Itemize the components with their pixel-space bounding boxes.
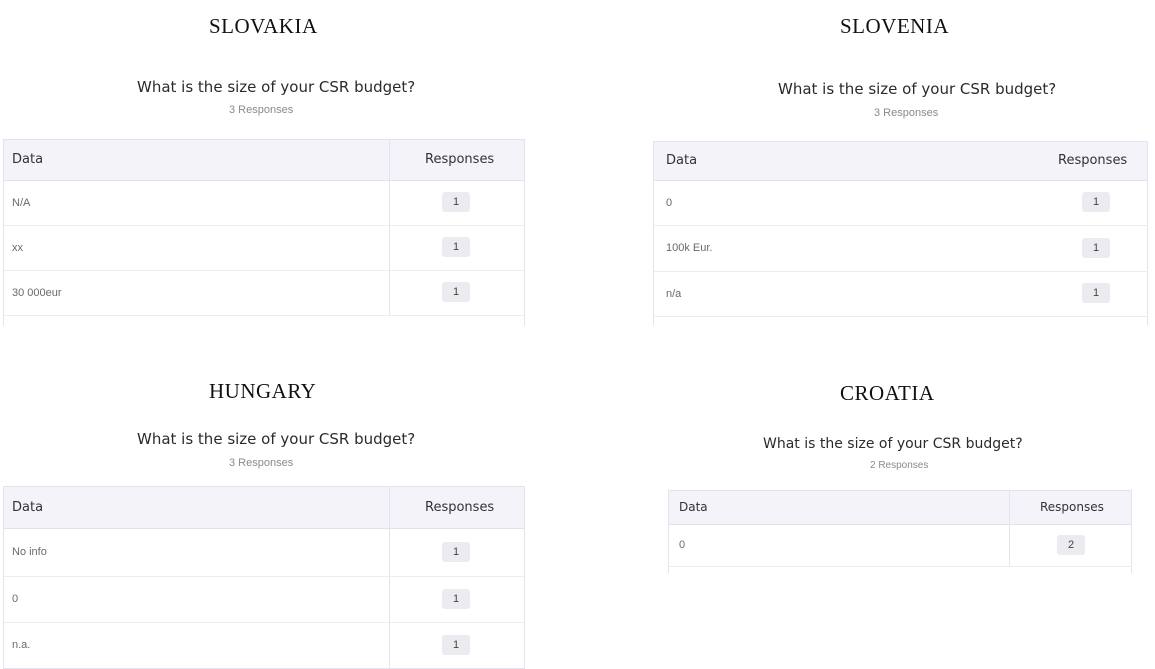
response-count-badge: 1 <box>442 282 470 302</box>
row-data-value: No info <box>12 546 47 558</box>
row-data-value: 0 <box>12 593 19 605</box>
column-header-data: Data <box>12 152 44 167</box>
response-count-badge: 1 <box>442 237 470 257</box>
question-title: What is the size of your CSR budget? <box>778 80 1057 98</box>
responses-count: 2 Responses <box>870 460 929 471</box>
response-count-badge: 1 <box>442 192 470 212</box>
table-row: n/a 1 <box>654 272 1148 317</box>
question-title: What is the size of your CSR budget? <box>137 78 416 96</box>
responses-table: Data Responses N/A 1 xx 1 30 000eur 1 <box>3 139 525 326</box>
table-row: 0 1 <box>4 577 525 623</box>
table-row: 0 1 <box>654 181 1148 226</box>
row-data-value: 100k Eur. <box>666 242 713 254</box>
response-count-badge: 1 <box>1082 283 1110 303</box>
table-header: Data Responses <box>669 491 1132 525</box>
table-row: 100k Eur. 1 <box>654 226 1148 272</box>
row-data-value: 30 000eur <box>12 287 62 299</box>
table-row: n.a. 1 <box>4 623 525 669</box>
table-row: N/A 1 <box>4 181 525 226</box>
response-count-badge: 1 <box>442 542 470 562</box>
table-header: Data Responses <box>654 142 1148 181</box>
table-header: Data Responses <box>4 487 525 529</box>
responses-count: 3 Responses <box>229 457 294 469</box>
row-data-value: xx <box>12 242 23 254</box>
question-title: What is the size of your CSR budget? <box>763 436 1023 452</box>
column-header-data: Data <box>12 500 44 515</box>
row-data-value: 0 <box>666 197 673 209</box>
country-title: SLOVENIA <box>840 14 949 38</box>
column-header-responses: Responses <box>425 152 495 167</box>
table-row: xx 1 <box>4 226 525 271</box>
country-title: CROATIA <box>840 381 935 405</box>
column-header-responses: Responses <box>1058 153 1128 168</box>
row-data-value: 0 <box>679 539 686 551</box>
row-data-value: n.a. <box>12 639 31 651</box>
response-count-badge: 1 <box>1082 238 1110 258</box>
table-row: 0 2 <box>669 525 1132 567</box>
response-count-badge: 1 <box>442 635 470 655</box>
column-header-data: Data <box>666 153 698 168</box>
column-header-responses: Responses <box>425 500 495 515</box>
responses-table: Data Responses 0 2 <box>668 490 1132 573</box>
table-row: 30 000eur 1 <box>4 271 525 316</box>
column-header-responses: Responses <box>1040 500 1104 514</box>
question-title: What is the size of your CSR budget? <box>137 430 416 448</box>
row-data-value: n/a <box>666 288 682 300</box>
responses-count: 3 Responses <box>874 107 939 119</box>
responses-count: 3 Responses <box>229 104 294 116</box>
response-count-badge: 1 <box>442 589 470 609</box>
response-count-badge: 1 <box>1082 192 1110 212</box>
responses-table: Data Responses 0 1 100k Eur. 1 n/a 1 <box>653 141 1148 325</box>
column-header-data: Data <box>679 500 708 514</box>
country-title: SLOVAKIA <box>209 14 318 38</box>
responses-table: Data Responses No info 1 0 1 n.a. 1 <box>3 486 525 669</box>
row-data-value: N/A <box>12 197 31 209</box>
response-count-badge: 2 <box>1057 535 1085 555</box>
table-header: Data Responses <box>4 140 525 181</box>
country-title: HUNGARY <box>209 379 317 403</box>
table-row: No info 1 <box>4 529 525 577</box>
